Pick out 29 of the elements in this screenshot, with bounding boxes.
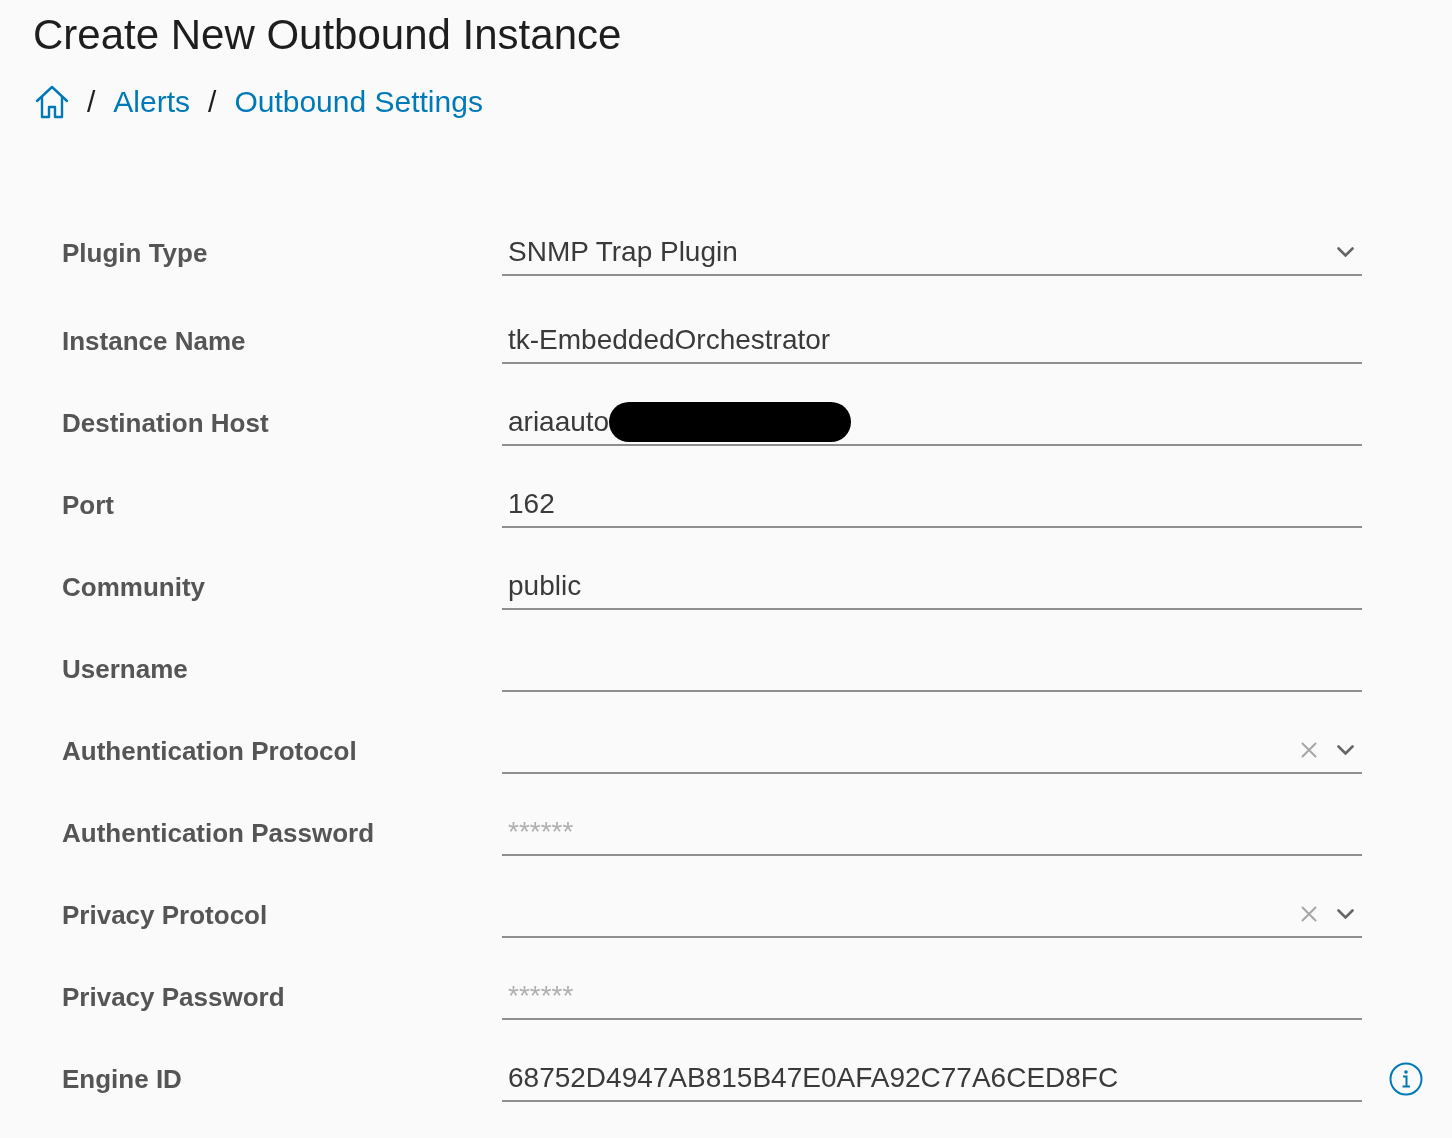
text-field[interactable]: ariaauto bbox=[502, 400, 1362, 446]
info-icon[interactable] bbox=[1389, 1062, 1423, 1096]
chevron-down-icon[interactable] bbox=[1337, 247, 1354, 257]
breadcrumb-link[interactable]: Alerts bbox=[113, 85, 191, 119]
chevron-down-icon[interactable] bbox=[1337, 745, 1354, 755]
page-title: Create New Outbound Instance bbox=[33, 12, 622, 58]
select-field[interactable]: SNMP Trap Plugin bbox=[502, 230, 1362, 276]
breadcrumb-separator: / bbox=[87, 85, 96, 119]
field-label: Engine ID bbox=[62, 1063, 182, 1095]
field-label: Instance Name bbox=[62, 325, 246, 357]
home-icon[interactable] bbox=[35, 85, 69, 119]
text-field[interactable]: public bbox=[502, 564, 1362, 610]
field-label: Community bbox=[62, 571, 205, 603]
field-label: Authentication Password bbox=[62, 817, 375, 849]
field-label: Privacy Protocol bbox=[62, 899, 268, 931]
field-label: Plugin Type bbox=[62, 237, 208, 269]
text-field[interactable]: tk-EmbeddedOrchestrator bbox=[502, 318, 1362, 364]
field-label: Username bbox=[62, 653, 188, 685]
field-label: Privacy Password bbox=[62, 981, 285, 1013]
clear-icon[interactable] bbox=[1301, 742, 1317, 758]
text-field[interactable]: 68752D4947AB815B47E0AFA92C77A6CED8FC bbox=[502, 1056, 1362, 1102]
clear-icon[interactable] bbox=[1301, 906, 1317, 922]
text-field[interactable]: 162 bbox=[502, 482, 1362, 528]
field-label: Destination Host bbox=[62, 407, 269, 439]
field-label: Port bbox=[62, 489, 114, 521]
breadcrumb-link[interactable]: Outbound Settings bbox=[234, 85, 483, 119]
breadcrumb-separator: / bbox=[208, 85, 217, 119]
chevron-down-icon[interactable] bbox=[1337, 909, 1354, 919]
field-label: Authentication Protocol bbox=[62, 735, 357, 767]
